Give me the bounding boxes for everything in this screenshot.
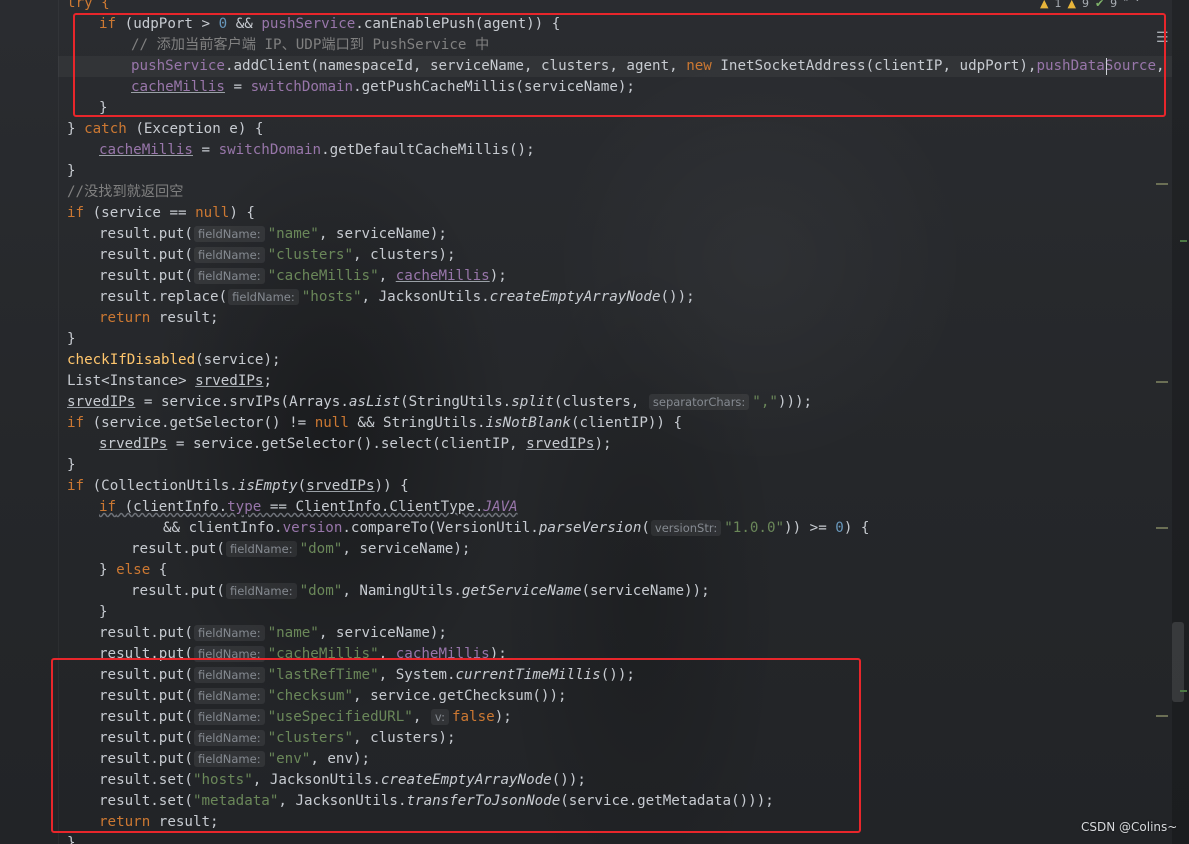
code-line: } xyxy=(99,604,108,620)
code-line: if (service.getSelector() != null && Str… xyxy=(67,415,683,431)
param-hint: separatorChars: xyxy=(648,394,750,410)
code-line: result.put(fieldName: "dom", serviceName)… xyxy=(131,541,471,557)
code-line: } xyxy=(67,457,76,473)
code-line: List<Instance> srvedIPs; xyxy=(67,373,273,389)
scroll-marker xyxy=(1156,715,1168,717)
code-line: if (CollectionUtils.isEmpty(srvedIPs)) { xyxy=(67,478,409,494)
scroll-marker xyxy=(1180,240,1187,242)
param-hint: fieldName: xyxy=(225,583,297,599)
code-line: cacheMillis = switchDomain.getDefaultCac… xyxy=(99,142,535,158)
code-line: checkIfDisabled(service); xyxy=(67,352,281,368)
code-line: result.put(fieldName: "cacheMillis", cach… xyxy=(99,268,507,284)
code-line: if (service == null) { xyxy=(67,205,255,221)
code-line: if (clientInfo.type == ClientInfo.Client… xyxy=(99,499,518,515)
param-hint: fieldName: xyxy=(193,625,265,641)
code-line: result.replace(fieldName: "hosts", Jackso… xyxy=(99,289,695,305)
code-line: return result; xyxy=(99,310,219,326)
code-line: } xyxy=(67,835,76,844)
watermark: CSDN @Colins~ xyxy=(1081,820,1178,834)
code-line: result.put(fieldName: "name", serviceName… xyxy=(99,625,447,641)
code-line: srvedIPs = service.getSelector().select(… xyxy=(99,436,612,452)
param-hint: fieldName: xyxy=(228,289,299,305)
code-line: && clientInfo.version.compareTo(VersionU… xyxy=(163,520,870,536)
code-line: try { xyxy=(67,0,110,11)
code-line: result.put(fieldName: "dom", NamingUtils.… xyxy=(131,583,710,599)
param-hint: fieldName: xyxy=(225,541,297,557)
highlight-box-top xyxy=(73,13,1166,117)
param-hint: fieldName: xyxy=(193,226,265,242)
scroll-marker xyxy=(1156,527,1168,529)
param-hint: fieldName: xyxy=(193,268,265,284)
scroll-marker xyxy=(1156,183,1168,185)
param-hint: versionStr: xyxy=(650,520,722,536)
scroll-marker xyxy=(1156,381,1168,383)
code-line: } catch (Exception e) { xyxy=(67,121,264,137)
code-line: } xyxy=(67,163,76,179)
param-hint: fieldName: xyxy=(193,247,265,263)
code-line: result.put(fieldName: "name", serviceName… xyxy=(99,226,447,242)
code-line: srvedIPs = service.srvIPs(Arrays.asList(… xyxy=(67,394,813,410)
code-line: //没找到就返回空 xyxy=(67,184,184,200)
scroll-marker xyxy=(1180,690,1187,692)
highlight-box-bottom xyxy=(51,658,861,833)
code-line: } else { xyxy=(99,562,168,578)
scrollbar-track[interactable] xyxy=(1172,0,1189,844)
code-line: result.put(fieldName: "clusters", cluster… xyxy=(99,247,456,263)
code-line: } xyxy=(67,331,76,347)
